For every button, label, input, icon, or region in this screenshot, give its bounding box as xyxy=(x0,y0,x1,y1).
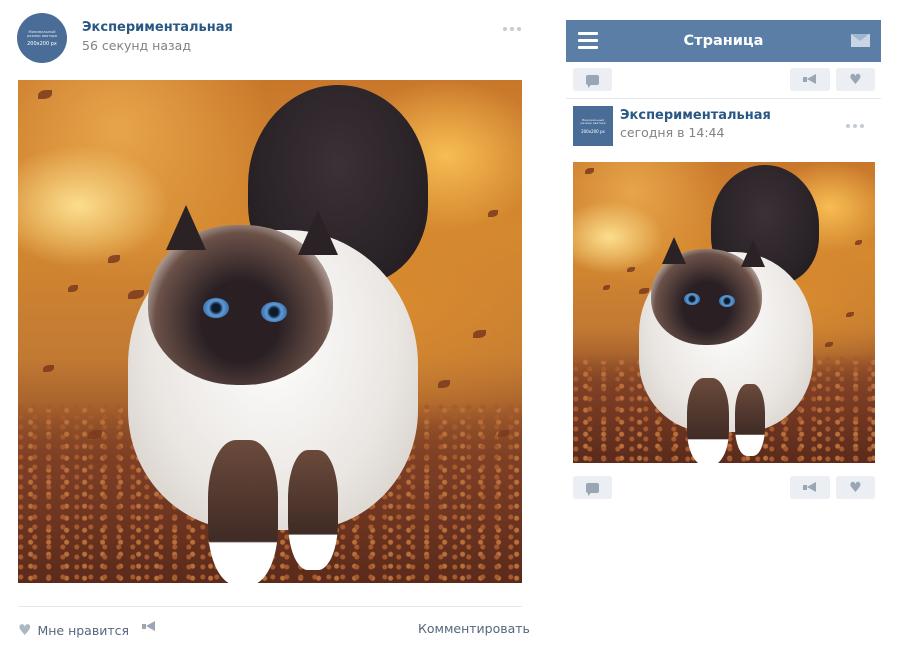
megaphone-icon xyxy=(803,74,817,85)
comment-bubble-icon xyxy=(586,74,599,88)
more-dots-icon[interactable] xyxy=(503,27,521,31)
comment-bubble-icon xyxy=(586,482,599,496)
post-timestamp[interactable]: 56 секунд назад xyxy=(82,38,191,53)
comment-button[interactable] xyxy=(573,68,612,91)
like-button[interactable]: ♥ xyxy=(836,68,875,91)
mail-icon[interactable] xyxy=(851,34,870,47)
author-name-link[interactable]: Экспериментальная xyxy=(620,108,771,123)
comment-button[interactable] xyxy=(573,476,612,499)
more-dots-icon[interactable] xyxy=(846,124,864,128)
avatar-size: 200x200 px xyxy=(581,128,605,134)
like-button[interactable]: ♥ xyxy=(836,476,875,499)
post-timestamp[interactable]: сегодня в 14:44 xyxy=(620,125,724,140)
heart-icon: ♥ xyxy=(18,621,32,639)
like-label: Мне нравится xyxy=(37,622,130,638)
author-name-link[interactable]: Экспериментальная xyxy=(82,20,233,35)
divider xyxy=(18,606,522,607)
author-avatar[interactable]: Минимальный размер аватара 200x200 px xyxy=(573,106,613,146)
post-photo[interactable] xyxy=(573,162,875,463)
share-button[interactable] xyxy=(142,621,156,632)
share-button[interactable] xyxy=(790,476,830,499)
megaphone-icon xyxy=(142,621,156,632)
like-button[interactable]: ♥ Мне нравится xyxy=(18,621,129,639)
comment-button[interactable]: Комментировать xyxy=(418,621,530,636)
heart-icon: ♥ xyxy=(849,479,862,496)
author-avatar[interactable]: Минимальный размер аватара 200x200 px xyxy=(17,13,67,63)
heart-icon: ♥ xyxy=(849,71,862,88)
share-button[interactable] xyxy=(790,68,830,91)
page-title: Страница xyxy=(683,33,764,49)
megaphone-icon xyxy=(803,482,817,493)
avatar-caption: Минимальный размер аватара xyxy=(580,117,606,125)
mobile-header: Страница xyxy=(566,20,881,62)
divider xyxy=(566,98,881,99)
avatar-size: 200x200 px xyxy=(27,40,57,47)
hamburger-icon[interactable] xyxy=(578,32,598,49)
avatar-caption: Минимальный размер аватара xyxy=(26,29,58,38)
post-photo[interactable] xyxy=(18,80,522,583)
